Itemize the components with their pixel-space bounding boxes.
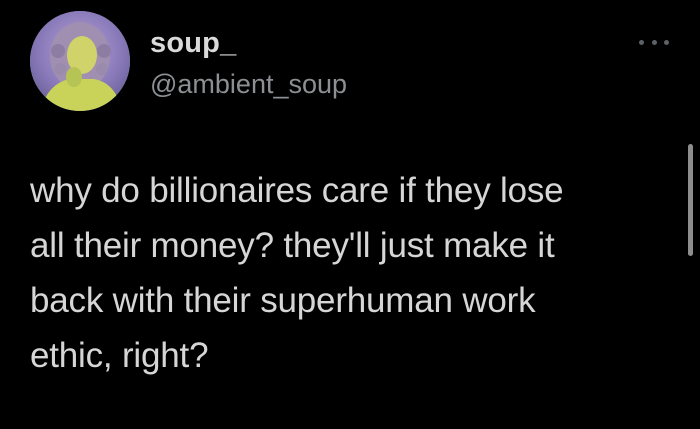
- tweet-card: soup_ @ambient_soup why do billionaires …: [0, 0, 700, 429]
- avatar-image: [30, 11, 130, 111]
- user-handle[interactable]: @ambient_soup: [150, 68, 347, 100]
- ellipsis-icon: [639, 39, 644, 45]
- scrollbar-thumb[interactable]: [688, 144, 693, 256]
- ellipsis-icon-dot: [651, 39, 657, 45]
- more-options-button[interactable]: [639, 33, 669, 51]
- display-name[interactable]: soup_: [150, 26, 236, 60]
- avatar[interactable]: [30, 11, 130, 111]
- ellipsis-icon-dot: [664, 39, 669, 45]
- tweet-body-text: why do billionaires care if they lose al…: [30, 171, 564, 375]
